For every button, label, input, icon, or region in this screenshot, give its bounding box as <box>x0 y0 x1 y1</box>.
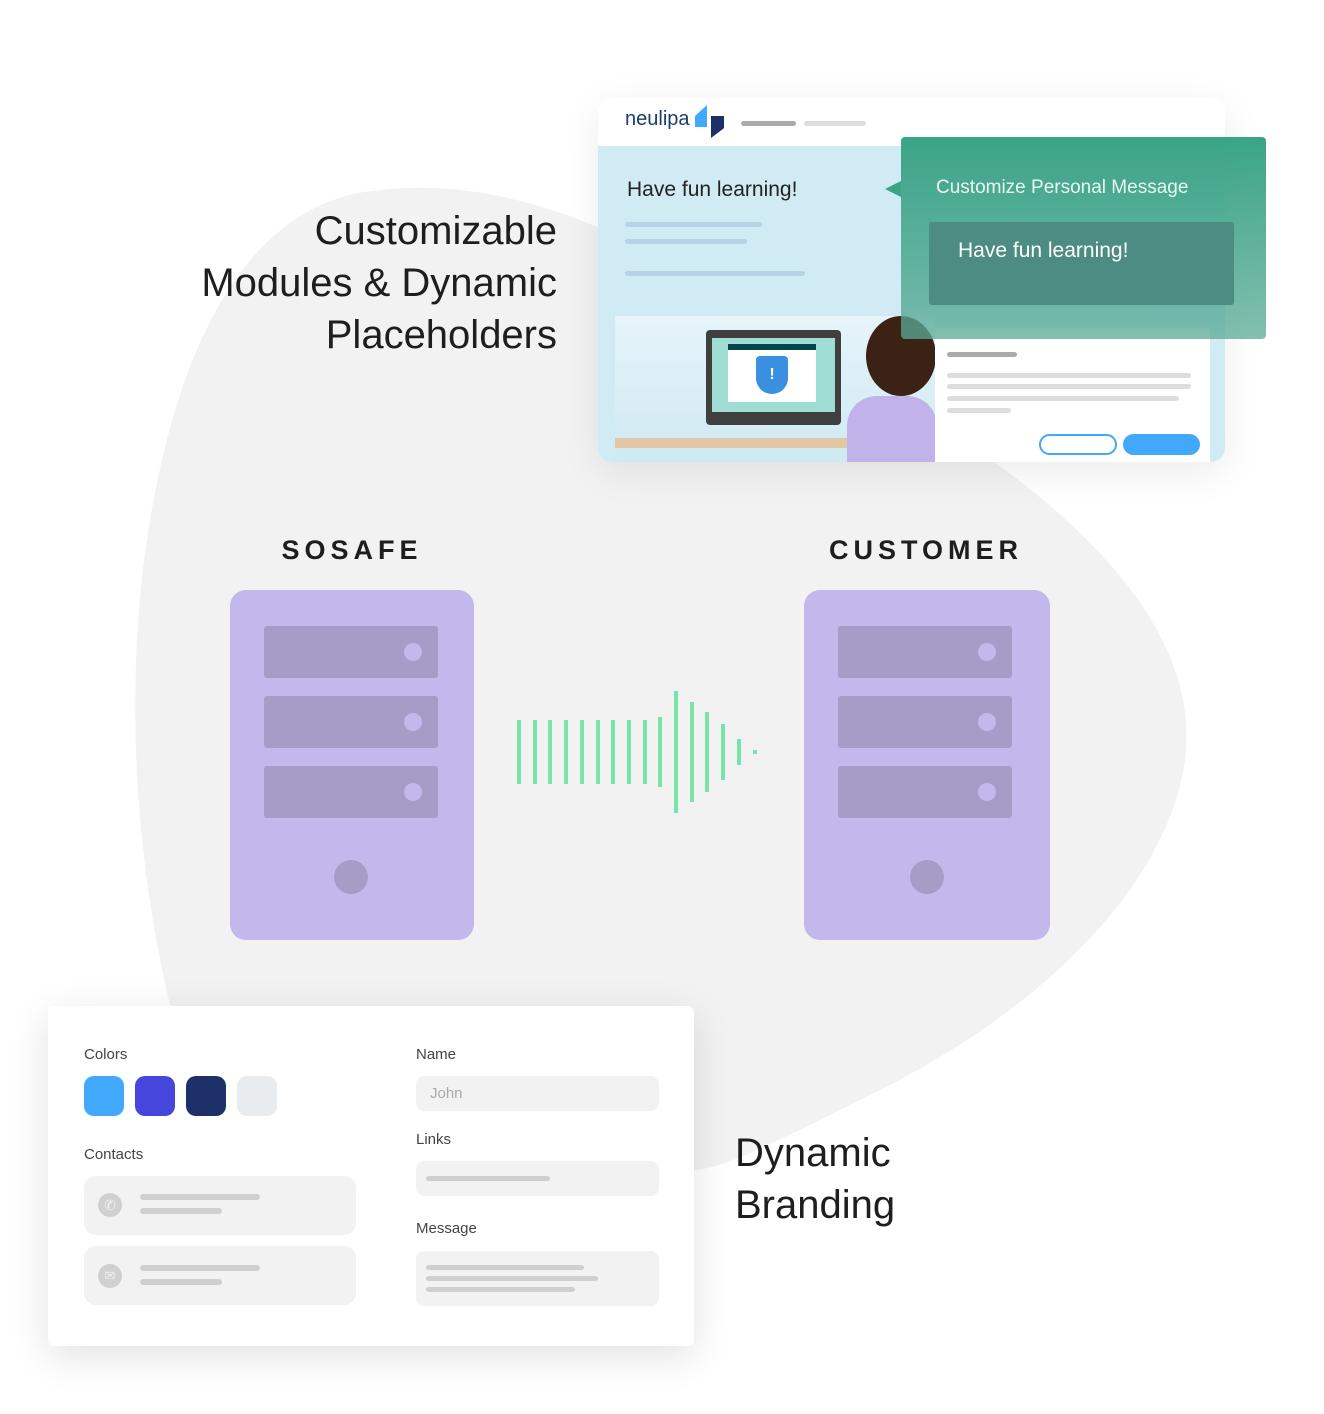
customer-label: CUSTOMER <box>828 535 1023 565</box>
color-swatch[interactable] <box>186 1076 226 1116</box>
logo-mark-icon <box>695 105 707 127</box>
popup-title: Customize Personal Message <box>936 177 1189 198</box>
shield-icon: ! <box>756 356 788 394</box>
wave-bar <box>611 720 616 784</box>
wave-bar <box>517 720 521 784</box>
branding-heading: Dynamic Branding <box>735 1127 895 1231</box>
wave-bar <box>548 720 553 784</box>
color-swatch[interactable] <box>135 1076 175 1116</box>
customize-message-popup: Customize Personal Message Have fun lear… <box>885 137 1266 339</box>
colors-label: Colors <box>84 1046 128 1063</box>
phone-icon: ✆ <box>98 1193 122 1217</box>
text-line <box>625 222 762 227</box>
wave-bar <box>579 720 584 784</box>
logo-mark-icon <box>711 116 724 138</box>
primary-button[interactable] <box>1123 434 1200 455</box>
links-label: Links <box>416 1131 452 1148</box>
wave-bar <box>642 720 647 784</box>
wave-bar <box>705 712 710 792</box>
wave-bar <box>658 717 663 787</box>
heading-line: Placeholders <box>325 313 557 357</box>
contacts-label: Contacts <box>84 1146 144 1163</box>
sosafe-label: SOSAFE <box>281 535 423 565</box>
wave-bar <box>752 750 757 754</box>
modules-heading: Customizable Modules & Dynamic Placehold… <box>150 205 557 361</box>
contact-phone-field[interactable]: ✆ <box>84 1176 356 1235</box>
color-swatch[interactable] <box>84 1076 124 1116</box>
wave-bar <box>626 720 631 784</box>
text-line <box>625 239 747 244</box>
wave-bar <box>689 702 694 802</box>
message-textarea[interactable] <box>416 1251 659 1306</box>
branding-form-card: Colors Contacts ✆ ✉ Name John Links Mess… <box>48 1006 694 1346</box>
wave-bar <box>564 720 569 784</box>
name-label: Name <box>416 1046 457 1063</box>
links-input[interactable] <box>416 1161 659 1196</box>
heading-line: Branding <box>735 1183 896 1227</box>
nav-line <box>741 121 796 126</box>
heading-line: Modules & Dynamic <box>201 261 557 305</box>
secondary-button[interactable] <box>1039 434 1117 455</box>
monitor: ! <box>706 330 841 425</box>
logo: neulipa <box>625 108 690 130</box>
name-placeholder: John <box>430 1085 463 1102</box>
nav-line <box>804 121 866 126</box>
dialog <box>935 328 1210 462</box>
popup-pointer <box>885 181 901 197</box>
wave-bar <box>595 720 600 784</box>
mail-icon: ✉ <box>98 1264 122 1288</box>
greeting-text: Have fun learning! <box>627 178 798 201</box>
heading-line: Customizable <box>314 209 557 253</box>
name-input[interactable]: John <box>416 1076 659 1111</box>
illustration: ! <box>615 316 937 462</box>
wave-bar <box>721 724 726 780</box>
contact-mail-field[interactable]: ✉ <box>84 1246 356 1305</box>
sosafe-server <box>230 590 474 940</box>
message-value: Have fun learning! <box>958 239 1129 262</box>
customer-server <box>804 590 1050 940</box>
color-swatch[interactable] <box>237 1076 277 1116</box>
message-label: Message <box>416 1220 477 1237</box>
wave-bar <box>532 720 537 784</box>
heading-line: Dynamic <box>735 1131 891 1175</box>
wave-bar <box>736 739 741 765</box>
message-input[interactable]: Have fun learning! <box>929 222 1234 305</box>
wave-bar <box>674 691 678 813</box>
text-line <box>625 271 805 276</box>
